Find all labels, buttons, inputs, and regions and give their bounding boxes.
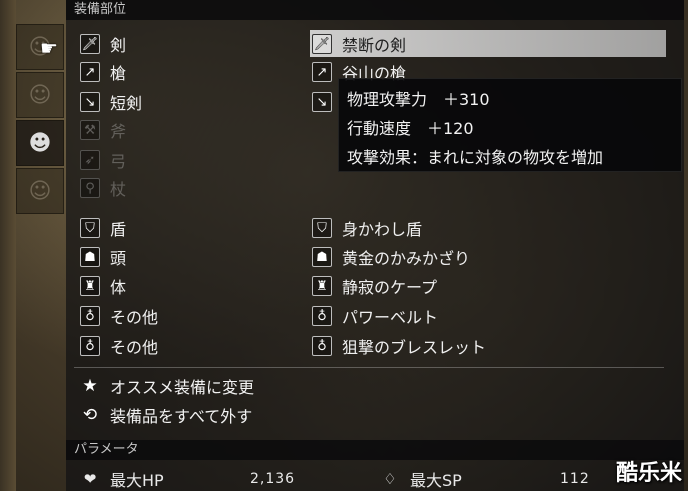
spear-icon: ↗ [80,62,100,82]
slot-row[interactable]: ⚒ 斧 [80,116,126,144]
unequip-all-label: 装備品をすべて外す [110,407,253,426]
tooltip-speed: 行動速度 ＋120 [347,119,474,138]
equipped-item-label: 禁断の剣 [342,36,407,55]
portrait-active-character[interactable]: ☻ [16,120,64,166]
portrait-slot-4[interactable]: ☺ [16,168,64,214]
armor-icon: ♜ [312,276,332,296]
unequip-icon: ⟲ [82,405,98,425]
slot-row[interactable]: ♁ その他 [80,302,158,330]
watermark: 酷乐米 [615,461,682,486]
slot-label: 剣 [110,36,127,55]
unequip-all-button[interactable]: ⟲ 装備品をすべて外す [80,401,252,429]
slot-label: 槍 [110,64,127,83]
accessory-icon: ♁ [312,336,332,356]
slot-row[interactable]: ⚲ 杖 [80,174,126,202]
equipped-item-label: 黄金のかみかざり [342,249,471,268]
equipped-item[interactable]: ☗ 黄金のかみかざり [312,243,470,271]
sword-icon: 🗡 [312,34,332,54]
stat-max-hp: ❤ 最大HP 2,136 [80,466,295,491]
equipped-item-label: 静寂のケープ [342,278,438,297]
max-sp-value: 112 [560,470,590,487]
divider [74,367,664,368]
slot-row[interactable]: ♜ 体 [80,272,126,300]
slot-label: 杖 [110,180,127,199]
equipped-item[interactable]: ♜ 静寂のケープ [312,272,437,300]
staff-icon: ⚲ [80,178,100,198]
equipped-item[interactable]: ⛉ 身かわし盾 [312,214,422,242]
equipped-item[interactable]: 🗡 禁断の剣 [312,30,406,58]
left-frame [0,0,16,491]
recommended-equip-button[interactable]: ★ オススメ装備に変更 [80,372,254,400]
tooltip-attack: 物理攻撃力 ＋310 [347,90,490,109]
slot-label: その他 [110,308,159,327]
stat-max-sp: ♢ 最大SP 112 [380,466,590,491]
max-hp-value: 2,136 [250,470,296,487]
star-icon: ★ [82,376,98,396]
parameters-header: パラメータ [66,440,684,460]
slot-row[interactable]: ➶ 弓 [80,146,126,174]
accessory-icon: ♁ [312,306,332,326]
bow-icon: ➶ [80,150,100,170]
slot-row[interactable]: ♁ その他 [80,332,158,360]
helmet-icon: ☗ [80,247,100,267]
slot-row[interactable]: ↘ 短剣 [80,88,142,116]
recommended-equip-label: オススメ装備に変更 [110,378,255,397]
equipped-item-label: 狙撃のブレスレット [342,338,487,357]
hand-pointer-icon: ☛ [40,36,58,60]
equipment-slots-header: 装備部位 [66,0,684,20]
slot-label: その他 [110,338,159,357]
max-hp-label: 最大HP [110,470,164,490]
slot-label: 弓 [110,152,127,171]
shield-icon: ⛉ [312,218,332,238]
dagger-icon: ↘ [312,92,332,112]
slot-row[interactable]: ☗ 頭 [80,243,126,271]
slot-label: 斧 [110,122,127,141]
equipped-item-label: 身かわし盾 [342,220,423,239]
axe-icon: ⚒ [80,120,100,140]
accessory-icon: ♁ [80,336,100,356]
equipped-item-label: パワーベルト [342,308,439,327]
slot-row[interactable]: ⛉ 盾 [80,214,126,242]
tooltip-effect: 攻撃効果：まれに対象の物攻を増加 [347,148,604,167]
accessory-icon: ♁ [80,306,100,326]
slot-label: 頭 [110,249,127,268]
spear-icon: ↗ [312,62,332,82]
slot-row[interactable]: 🗡 剣 [80,30,126,58]
equipped-item[interactable]: ♁ 狙撃のブレスレット [312,332,486,360]
heart-icon: ❤ [83,469,97,488]
sp-icon: ♢ [383,469,397,488]
shield-icon: ⛉ [80,218,100,238]
equipped-item[interactable]: ♁ パワーベルト [312,302,438,330]
max-sp-label: 最大SP [410,470,462,490]
helmet-icon: ☗ [312,247,332,267]
item-tooltip: 物理攻撃力 ＋310 行動速度 ＋120 攻撃効果：まれに対象の物攻を増加 [338,78,682,172]
sword-icon: 🗡 [80,34,100,54]
armor-icon: ♜ [80,276,100,296]
portrait-slot-2[interactable]: ☺ [16,72,64,118]
slot-label: 短剣 [110,94,143,113]
dagger-icon: ↘ [80,92,100,112]
slot-label: 体 [110,278,127,297]
slot-row[interactable]: ↗ 槍 [80,58,126,86]
slot-label: 盾 [110,220,127,239]
